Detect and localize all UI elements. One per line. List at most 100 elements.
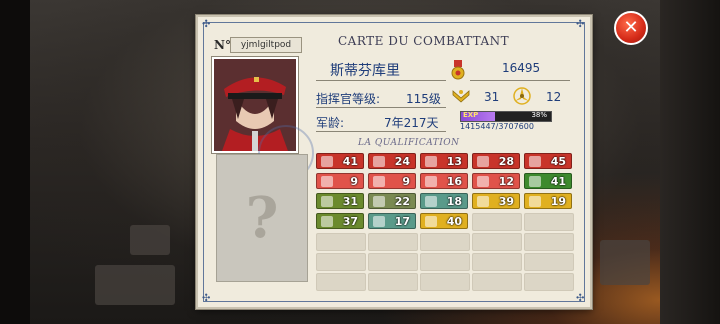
- grenade-icon: [321, 156, 333, 167]
- left-edge-bar: [0, 0, 30, 324]
- qualification-badge[interactable]: 13: [420, 153, 468, 169]
- tool-icon: [477, 176, 489, 187]
- question-mark-icon: ?: [245, 185, 279, 251]
- crate-icon: [373, 196, 385, 207]
- corner-ornament-icon: ✣: [576, 19, 585, 30]
- divider: [316, 131, 446, 132]
- badge-background: 41: [316, 153, 364, 169]
- power-score: 16495: [502, 61, 541, 75]
- badge-background: 39: [472, 193, 520, 209]
- badge-background: 31: [316, 193, 364, 209]
- qualification-badge[interactable]: 41: [316, 153, 364, 169]
- exp-percent: 38%: [531, 111, 547, 119]
- plane-icon: [529, 196, 541, 207]
- badge-count: 9: [350, 175, 358, 188]
- qualification-badge[interactable]: 40: [420, 213, 468, 229]
- empty-badge-slot: [472, 213, 522, 231]
- badge-count: 41: [342, 155, 358, 168]
- right-edge-bar: [660, 0, 720, 324]
- number-label: N°: [214, 38, 231, 52]
- badge-count: 19: [550, 195, 566, 208]
- card-title: CARTE DU COMBATTANT: [338, 34, 510, 48]
- empty-badge-slot: [472, 273, 522, 291]
- shell-icon: [477, 156, 489, 167]
- qualification-title: LA QUALIFICATION: [358, 138, 460, 148]
- mortar-icon: [321, 176, 333, 187]
- empty-badge-slot: [316, 273, 366, 291]
- badge-background: 19: [524, 193, 572, 209]
- qualification-badge[interactable]: 16: [420, 173, 468, 189]
- service-age-label: 军龄:: [316, 116, 345, 130]
- badge-count: 17: [394, 215, 410, 228]
- qualification-badge[interactable]: 9: [368, 173, 416, 189]
- qualification-badge[interactable]: 9: [316, 173, 364, 189]
- rank-value: 115级: [406, 92, 441, 106]
- close-button[interactable]: ✕: [614, 11, 648, 45]
- empty-badge-slot: [524, 213, 574, 231]
- rubble-decoration: [600, 240, 650, 285]
- player-name: 斯蒂芬库里: [330, 63, 400, 79]
- empty-badge-slot: [524, 253, 574, 271]
- badge-count: 16: [446, 175, 462, 188]
- empty-badge-slot: [472, 253, 522, 271]
- qualification-badge[interactable]: 12: [472, 173, 520, 189]
- badge-background: 18: [420, 193, 468, 209]
- qualification-badge[interactable]: 19: [524, 193, 572, 209]
- badge-background: 41: [524, 173, 572, 189]
- badge-background: 12: [472, 173, 520, 189]
- book-icon: [529, 176, 541, 187]
- badge-count: 18: [446, 195, 462, 208]
- empty-badge-slot: [368, 273, 418, 291]
- empty-badge-slot: [316, 233, 366, 251]
- badge-background: 9: [316, 173, 364, 189]
- badge-background: 40: [420, 213, 468, 229]
- gear-icon: [425, 196, 437, 207]
- empty-badge-slot: [368, 233, 418, 251]
- badge-count: 13: [446, 155, 462, 168]
- qualification-badge[interactable]: 17: [368, 213, 416, 229]
- empty-badge-slot: [524, 233, 574, 251]
- rubble-decoration: [95, 265, 175, 305]
- qualification-badge[interactable]: 37: [316, 213, 364, 229]
- exp-numbers: 1415447/3707600: [460, 122, 534, 131]
- qualification-badge[interactable]: 39: [472, 193, 520, 209]
- empty-badge-slot: [524, 273, 574, 291]
- badge-count: 41: [550, 175, 566, 188]
- chevron-rank-icon: [452, 90, 470, 103]
- tank-icon: [321, 196, 333, 207]
- badge-count: 22: [394, 195, 410, 208]
- propeller-count: 12: [546, 90, 562, 104]
- badge-background: 13: [420, 153, 468, 169]
- rank-label: 指挥官等级:: [316, 92, 381, 106]
- username-field: yjmlgiltpod: [230, 37, 302, 53]
- flag-icon: [425, 216, 437, 227]
- missile-icon: [425, 156, 437, 167]
- qualification-badge[interactable]: 22: [368, 193, 416, 209]
- badge-background: 9: [368, 173, 416, 189]
- badge-count: 24: [394, 155, 410, 168]
- qualification-badge[interactable]: 24: [368, 153, 416, 169]
- propeller-icon: [513, 87, 531, 105]
- empty-badge-slot: [420, 253, 470, 271]
- qualification-badge[interactable]: 31: [316, 193, 364, 209]
- badge-count: 39: [498, 195, 514, 208]
- qualification-badge[interactable]: 28: [472, 153, 520, 169]
- qualification-badge[interactable]: 41: [524, 173, 572, 189]
- empty-photo-slot: ?: [216, 154, 308, 282]
- service-age-value: 7年217天: [384, 116, 439, 130]
- badge-background: 45: [524, 153, 572, 169]
- chevron-count: 31: [484, 90, 500, 104]
- empty-badge-slot: [472, 233, 522, 251]
- qualification-badge[interactable]: 45: [524, 153, 572, 169]
- empty-badge-slot: [420, 233, 470, 251]
- divider: [470, 80, 570, 81]
- medal-icon: [451, 60, 465, 80]
- exp-bar: EXP 38%: [460, 111, 552, 122]
- qualification-badge[interactable]: 18: [420, 193, 468, 209]
- exp-label: EXP: [463, 111, 479, 119]
- empty-badge-slot: [316, 253, 366, 271]
- wrench-icon: [529, 156, 541, 167]
- badge-background: 22: [368, 193, 416, 209]
- combatant-card: ✣ ✣ ✣ ✣ N° yjmlgiltpod CARTE DU COMBATTA…: [196, 15, 592, 309]
- badge-count: 28: [498, 155, 514, 168]
